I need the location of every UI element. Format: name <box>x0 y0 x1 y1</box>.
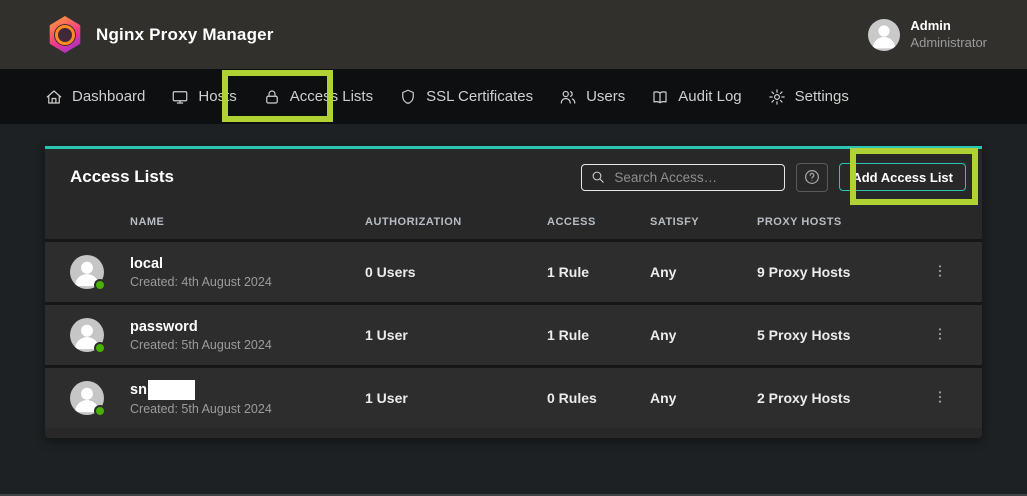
app-logo-icon <box>48 16 82 53</box>
brand-link[interactable]: Nginx Proxy Manager <box>48 16 274 53</box>
row-menu-button[interactable] <box>926 255 954 289</box>
access-lists-panel: Access Lists Add Access List NAME AUTHOR… <box>45 146 982 438</box>
row-satisfy: Any <box>650 390 757 406</box>
add-access-list-button[interactable]: Add Access List <box>839 163 966 191</box>
home-icon <box>45 88 63 106</box>
row-avatar <box>70 255 104 289</box>
redaction-box <box>148 380 195 400</box>
row-authorization: 0 Users <box>365 264 547 280</box>
user-avatar <box>868 19 900 51</box>
row-avatar <box>70 381 104 415</box>
nav-label: Hosts <box>198 88 236 105</box>
book-icon <box>651 88 669 106</box>
row-access: 0 Rules <box>547 390 650 406</box>
row-name: sn <box>130 380 365 400</box>
search-input[interactable] <box>614 170 776 185</box>
row-name: password <box>130 318 365 337</box>
table-row[interactable]: sn Created: 5th August 2024 1 User 0 Rul… <box>45 365 982 428</box>
nav-item-settings[interactable]: Settings <box>755 69 862 124</box>
topbar: Nginx Proxy Manager Admin Administrator <box>0 0 1027 69</box>
nav-label: Dashboard <box>72 88 145 105</box>
shield-icon <box>399 88 417 106</box>
row-created: Created: 5th August 2024 <box>130 402 365 416</box>
status-dot <box>94 342 106 354</box>
row-access: 1 Rule <box>547 264 650 280</box>
row-avatar <box>70 318 104 352</box>
search-box[interactable] <box>581 164 785 191</box>
row-satisfy: Any <box>650 264 757 280</box>
table-row[interactable]: password Created: 5th August 2024 1 User… <box>45 302 982 365</box>
user-name: Admin <box>910 18 987 34</box>
row-created: Created: 5th August 2024 <box>130 338 365 352</box>
column-header-satisfy: SATISFY <box>650 216 757 228</box>
nav-item-access-lists[interactable]: Access Lists <box>250 69 386 124</box>
row-menu-button[interactable] <box>926 318 954 352</box>
table-header: NAME AUTHORIZATION ACCESS SATISFY PROXY … <box>45 205 982 239</box>
lock-icon <box>263 88 281 106</box>
row-name: local <box>130 255 365 274</box>
nav-item-dashboard[interactable]: Dashboard <box>32 69 158 124</box>
user-menu[interactable]: Admin Administrator <box>868 18 987 51</box>
gear-icon <box>768 88 786 106</box>
nav-label: SSL Certificates <box>426 88 533 105</box>
nav-item-hosts[interactable]: Hosts <box>158 69 249 124</box>
panel-title: Access Lists <box>70 167 174 187</box>
row-satisfy: Any <box>650 327 757 343</box>
user-role: Administrator <box>910 35 987 51</box>
panel-header: Access Lists Add Access List <box>45 149 982 205</box>
users-icon <box>559 88 577 106</box>
column-header-name: NAME <box>130 216 365 228</box>
column-header-access: ACCESS <box>547 216 650 228</box>
row-created: Created: 4th August 2024 <box>130 275 365 289</box>
column-header-authorization: AUTHORIZATION <box>365 216 547 228</box>
page-content: Access Lists Add Access List NAME AUTHOR… <box>0 124 1027 496</box>
nav-label: Audit Log <box>678 88 741 105</box>
nav-label: Settings <box>795 88 849 105</box>
status-dot <box>94 279 106 291</box>
status-dot <box>94 405 106 417</box>
row-proxy-hosts: 9 Proxy Hosts <box>757 264 926 280</box>
panel-controls: Add Access List <box>581 163 966 192</box>
row-menu-button[interactable] <box>926 381 954 415</box>
row-authorization: 1 User <box>365 327 547 343</box>
nav-label: Access Lists <box>290 88 373 105</box>
search-icon <box>590 169 606 185</box>
kebab-icon <box>932 389 948 408</box>
nav-label: Users <box>586 88 625 105</box>
monitor-icon <box>171 88 189 106</box>
row-authorization: 1 User <box>365 390 547 406</box>
nav-item-ssl-certificates[interactable]: SSL Certificates <box>386 69 546 124</box>
main-nav: Dashboard Hosts Access Lists SSL Certifi… <box>0 69 1027 124</box>
row-proxy-hosts: 5 Proxy Hosts <box>757 327 926 343</box>
kebab-icon <box>932 326 948 345</box>
help-icon <box>803 168 821 186</box>
row-proxy-hosts: 2 Proxy Hosts <box>757 390 926 406</box>
app-title: Nginx Proxy Manager <box>96 25 274 45</box>
row-access: 1 Rule <box>547 327 650 343</box>
table-row[interactable]: local Created: 4th August 2024 0 Users 1… <box>45 239 982 302</box>
nav-item-users[interactable]: Users <box>546 69 638 124</box>
help-button[interactable] <box>796 163 828 192</box>
kebab-icon <box>932 263 948 282</box>
column-header-proxy-hosts: PROXY HOSTS <box>757 216 926 228</box>
nav-item-audit-log[interactable]: Audit Log <box>638 69 754 124</box>
